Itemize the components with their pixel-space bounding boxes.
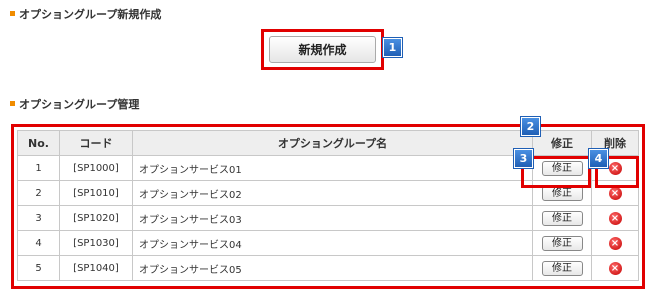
row-code: [SP1020]	[59, 205, 133, 231]
table-row: 3 [SP1020] オプションサービス03 修正 ×	[17, 205, 639, 231]
section-title-manage: オプショングループ管理	[10, 96, 139, 112]
row-code: [SP1040]	[59, 255, 133, 281]
create-button[interactable]: 新規作成	[269, 36, 376, 63]
annotation-badge-3: 3	[514, 149, 533, 168]
row-no: 4	[17, 230, 60, 256]
create-button-highlight: 新規作成	[261, 29, 384, 70]
row-no: 1	[17, 155, 60, 181]
delete-icon[interactable]: ×	[608, 236, 622, 250]
table-row: 4 [SP1030] オプションサービス04 修正 ×	[17, 230, 639, 256]
edit-button[interactable]: 修正	[541, 235, 583, 251]
row-code: [SP1010]	[59, 180, 133, 206]
row-name: オプションサービス05	[132, 255, 533, 281]
delete-icon[interactable]: ×	[608, 261, 622, 275]
row-no: 5	[17, 255, 60, 281]
bullet-icon	[10, 11, 15, 16]
row-name: オプションサービス02	[132, 180, 533, 206]
row-code: [SP1030]	[59, 230, 133, 256]
annotation-badge-4: 4	[589, 149, 608, 168]
edit-button[interactable]: 修正	[541, 210, 583, 226]
option-group-table-highlight: No. コード オプショングループ名 修正 削除 1 [SP1000] オプショ…	[11, 124, 645, 289]
bullet-icon	[10, 101, 15, 106]
option-group-table: No. コード オプショングループ名 修正 削除 1 [SP1000] オプショ…	[17, 130, 639, 281]
delete-icon[interactable]: ×	[608, 186, 622, 200]
delete-icon[interactable]: ×	[608, 211, 622, 225]
row-code: [SP1000]	[59, 155, 133, 181]
table-header-row: No. コード オプショングループ名 修正 削除	[17, 130, 639, 156]
row-name: オプションサービス03	[132, 205, 533, 231]
header-no: No.	[17, 130, 60, 156]
row-no: 3	[17, 205, 60, 231]
section-title-create: オプショングループ新規作成	[10, 6, 161, 22]
row-no: 2	[17, 180, 60, 206]
annotation-badge-1: 1	[383, 38, 402, 57]
row-name: オプションサービス04	[132, 230, 533, 256]
annotation-badge-2: 2	[521, 117, 540, 136]
row-name: オプションサービス01	[132, 155, 533, 181]
header-code: コード	[59, 130, 133, 156]
table-row: 5 [SP1040] オプションサービス05 修正 ×	[17, 255, 639, 281]
header-name: オプショングループ名	[132, 130, 533, 156]
edit-button[interactable]: 修正	[541, 260, 583, 276]
header-edit: 修正	[532, 130, 592, 156]
